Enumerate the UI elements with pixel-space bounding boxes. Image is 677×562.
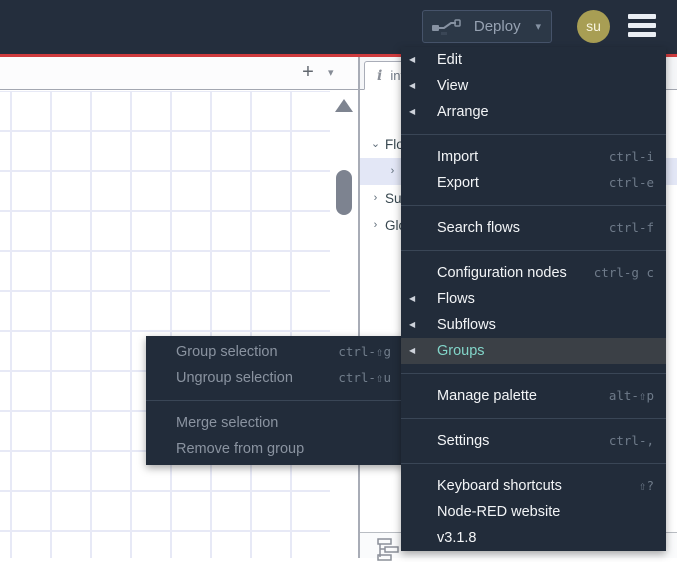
menu-item-shortcut: ctrl-g c xyxy=(593,265,654,280)
menu-item-label: View xyxy=(437,78,469,94)
menu-item-shortcut: ⇧? xyxy=(638,478,654,493)
node-red-app: Deploy ▾ su + ▾ i info ⌄ xyxy=(0,0,677,561)
menu-item-shortcut: ctrl-⇧u xyxy=(338,370,391,385)
submenu-item-ungroup-selection[interactable]: Ungroup selection ctrl-⇧u xyxy=(146,365,405,391)
menu-item-node-red-website[interactable]: Node-RED website xyxy=(401,499,666,525)
outliner-icon[interactable] xyxy=(376,538,400,562)
add-flow-button[interactable]: + xyxy=(297,61,319,84)
menu-separator xyxy=(401,418,666,419)
hamburger-bar-icon xyxy=(628,14,656,19)
submenu-arrow-icon: ◀ xyxy=(409,320,416,329)
deploy-label: Deploy xyxy=(473,18,521,35)
main-menu-button[interactable] xyxy=(628,14,656,40)
menu-separator xyxy=(401,373,666,374)
menu-item-flows[interactable]: ◀ Flows xyxy=(401,286,666,312)
tree-expanded-chevron-icon[interactable]: ⌄ xyxy=(368,131,383,158)
menu-item-groups[interactable]: ◀ Groups xyxy=(401,338,666,364)
menu-item-search-flows[interactable]: Search flows ctrl-f xyxy=(401,215,666,241)
deploy-icon xyxy=(432,18,461,35)
menu-item-label: Merge selection xyxy=(176,415,279,431)
deploy-button[interactable]: Deploy ▾ xyxy=(422,10,552,43)
menu-item-manage-palette[interactable]: Manage palette alt-⇧p xyxy=(401,383,666,409)
menu-item-configuration-nodes[interactable]: Configuration nodes ctrl-g c xyxy=(401,260,666,286)
groups-submenu: Group selection ctrl-⇧g Ungroup selectio… xyxy=(146,336,405,465)
submenu-item-group-selection[interactable]: Group selection ctrl-⇧g xyxy=(146,339,405,365)
menu-separator xyxy=(401,134,666,135)
info-icon: i xyxy=(377,67,383,84)
submenu-arrow-icon: ◀ xyxy=(409,346,416,355)
tree-collapsed-chevron-icon[interactable]: › xyxy=(385,158,400,185)
menu-item-label: Group selection xyxy=(176,344,278,360)
menu-item-export[interactable]: Export ctrl-e xyxy=(401,170,666,196)
menu-item-label: Subflows xyxy=(437,317,496,333)
deploy-options-chevron-icon[interactable]: ▾ xyxy=(525,20,541,33)
menu-item-arrange[interactable]: ◀ Arrange xyxy=(401,99,666,125)
tree-collapsed-chevron-icon[interactable]: › xyxy=(368,212,383,239)
menu-item-label: Import xyxy=(437,149,479,165)
hamburger-bar-icon xyxy=(628,32,656,37)
menu-item-subflows[interactable]: ◀ Subflows xyxy=(401,312,666,338)
menu-item-label: Configuration nodes xyxy=(437,265,567,281)
menu-separator xyxy=(401,250,666,251)
flow-list-chevron-icon[interactable]: ▾ xyxy=(328,66,334,79)
main-menu: ◀ Edit ◀ View ◀ Arrange Import ctrl-i Ex… xyxy=(401,47,666,551)
menu-item-label: Edit xyxy=(437,52,462,68)
menu-separator xyxy=(401,463,666,464)
menu-item-label: Manage palette xyxy=(437,388,537,404)
submenu-arrow-icon: ◀ xyxy=(409,55,416,64)
menu-item-label: Settings xyxy=(437,433,490,449)
menu-item-shortcut: ctrl-f xyxy=(608,220,654,235)
menu-item-label: Arrange xyxy=(437,104,489,120)
menu-item-shortcut: ctrl-i xyxy=(608,149,654,164)
menu-item-label: Node-RED website xyxy=(437,504,561,520)
scrollbar-thumb[interactable] xyxy=(336,170,352,215)
submenu-arrow-icon: ◀ xyxy=(409,81,416,90)
menu-item-shortcut: ctrl-e xyxy=(608,175,654,190)
menu-item-import[interactable]: Import ctrl-i xyxy=(401,144,666,170)
menu-separator xyxy=(401,205,666,206)
menu-item-label: Export xyxy=(437,175,479,191)
menu-item-view[interactable]: ◀ View xyxy=(401,73,666,99)
canvas-vertical-scrollbar[interactable] xyxy=(330,91,358,558)
menu-item-label: Remove from group xyxy=(176,441,305,457)
hamburger-bar-icon xyxy=(628,23,656,28)
menu-item-label: Flows xyxy=(437,291,475,307)
menu-separator xyxy=(146,400,405,401)
menu-item-label: Groups xyxy=(437,343,485,359)
submenu-arrow-icon: ◀ xyxy=(409,294,416,303)
submenu-item-remove-from-group[interactable]: Remove from group xyxy=(146,436,405,462)
menu-item-edit[interactable]: ◀ Edit xyxy=(401,47,666,73)
menu-item-label: Ungroup selection xyxy=(176,370,293,386)
menu-item-version[interactable]: v3.1.8 xyxy=(401,525,666,551)
menu-item-label: Search flows xyxy=(437,220,521,236)
flow-canvas[interactable] xyxy=(0,91,330,558)
submenu-item-merge-selection[interactable]: Merge selection xyxy=(146,410,405,436)
scroll-up-arrow-icon[interactable] xyxy=(335,99,353,112)
menu-item-label: v3.1.8 xyxy=(437,530,477,546)
menu-item-shortcut: ctrl-, xyxy=(608,433,654,448)
menu-item-shortcut: alt-⇧p xyxy=(608,388,654,403)
menu-item-keyboard-shortcuts[interactable]: Keyboard shortcuts ⇧? xyxy=(401,473,666,499)
user-avatar[interactable]: su xyxy=(577,10,610,43)
menu-item-label: Keyboard shortcuts xyxy=(437,478,562,494)
tree-collapsed-chevron-icon[interactable]: › xyxy=(368,185,383,212)
menu-item-shortcut: ctrl-⇧g xyxy=(338,344,391,359)
submenu-arrow-icon: ◀ xyxy=(409,107,416,116)
menu-item-settings[interactable]: Settings ctrl-, xyxy=(401,428,666,454)
